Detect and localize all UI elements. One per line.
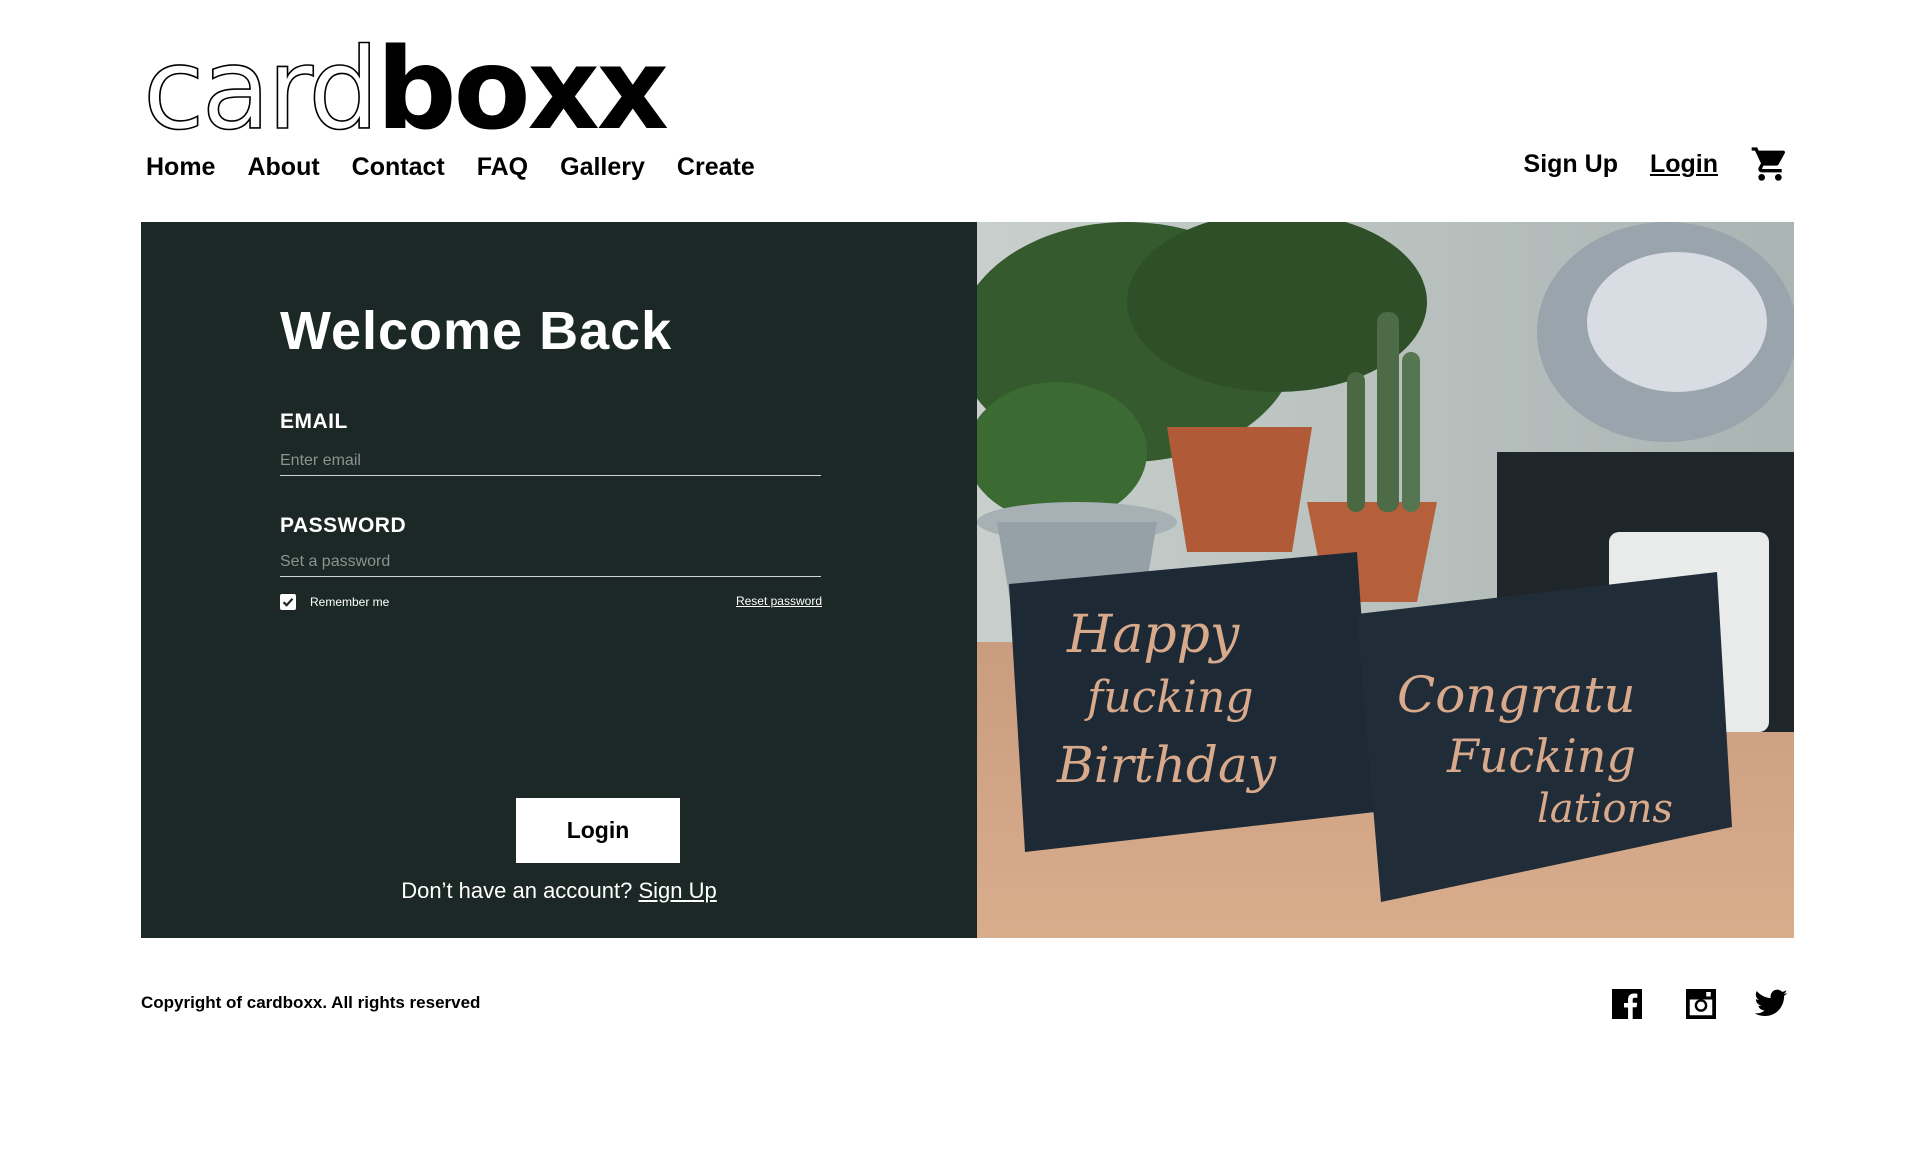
no-account-text: Don’t have an account?	[401, 878, 633, 903]
card-left-line-2: fucking	[1084, 672, 1254, 723]
nav-login[interactable]: Login	[1650, 149, 1718, 179]
password-field[interactable]	[280, 548, 821, 577]
nav-sign-up[interactable]: Sign Up	[1524, 149, 1618, 179]
remember-me-label: Remember me	[310, 595, 390, 609]
remember-me-checkbox[interactable]	[280, 594, 296, 610]
account-nav: Sign Up Login	[1524, 144, 1790, 184]
card-right-line-2: Fucking	[1446, 729, 1636, 783]
email-field[interactable]	[280, 447, 821, 476]
greeting-cards-image: Happy fucking Birthday Congratu Fucking …	[977, 222, 1794, 938]
signup-link[interactable]: Sign Up	[639, 878, 717, 903]
remember-me: Remember me	[280, 594, 389, 610]
card-left-line-3: Birthday	[1056, 736, 1277, 794]
logo-light-text: card	[142, 25, 380, 155]
facebook-icon[interactable]	[1609, 986, 1645, 1022]
login-panel: Welcome Back EMAIL PASSWORD Remember me …	[141, 222, 977, 938]
nav-home[interactable]: Home	[146, 152, 215, 182]
welcome-heading: Welcome Back	[280, 301, 673, 361]
twitter-icon[interactable]	[1752, 986, 1790, 1022]
card-right-line-1: Congratu	[1397, 666, 1636, 724]
nav-contact[interactable]: Contact	[352, 152, 445, 182]
instagram-icon[interactable]	[1683, 986, 1719, 1022]
logo-bold-text: boxx	[376, 25, 669, 155]
hero-photo: Happy fucking Birthday Congratu Fucking …	[977, 222, 1794, 938]
password-label: PASSWORD	[280, 514, 407, 537]
copyright-text: Copyright of cardboxx. All rights reserv…	[141, 993, 481, 1012]
card-right-line-3: lations	[1537, 786, 1673, 832]
email-label: EMAIL	[280, 410, 348, 433]
shopping-cart-icon[interactable]	[1750, 144, 1790, 184]
nav-gallery[interactable]: Gallery	[560, 152, 645, 182]
checkmark-icon	[282, 598, 294, 607]
logo[interactable]: cardboxx	[142, 33, 669, 147]
reset-password-link[interactable]: Reset password	[728, 594, 822, 608]
login-button[interactable]: Login	[516, 798, 680, 863]
card-left-line-1: Happy	[1066, 605, 1240, 665]
nav-create[interactable]: Create	[677, 152, 755, 182]
main-nav: Home About Contact FAQ Gallery Create	[146, 152, 755, 182]
nav-about[interactable]: About	[247, 152, 319, 182]
signup-prompt: Don’t have an account? Sign Up	[141, 878, 977, 904]
nav-faq[interactable]: FAQ	[477, 152, 528, 182]
